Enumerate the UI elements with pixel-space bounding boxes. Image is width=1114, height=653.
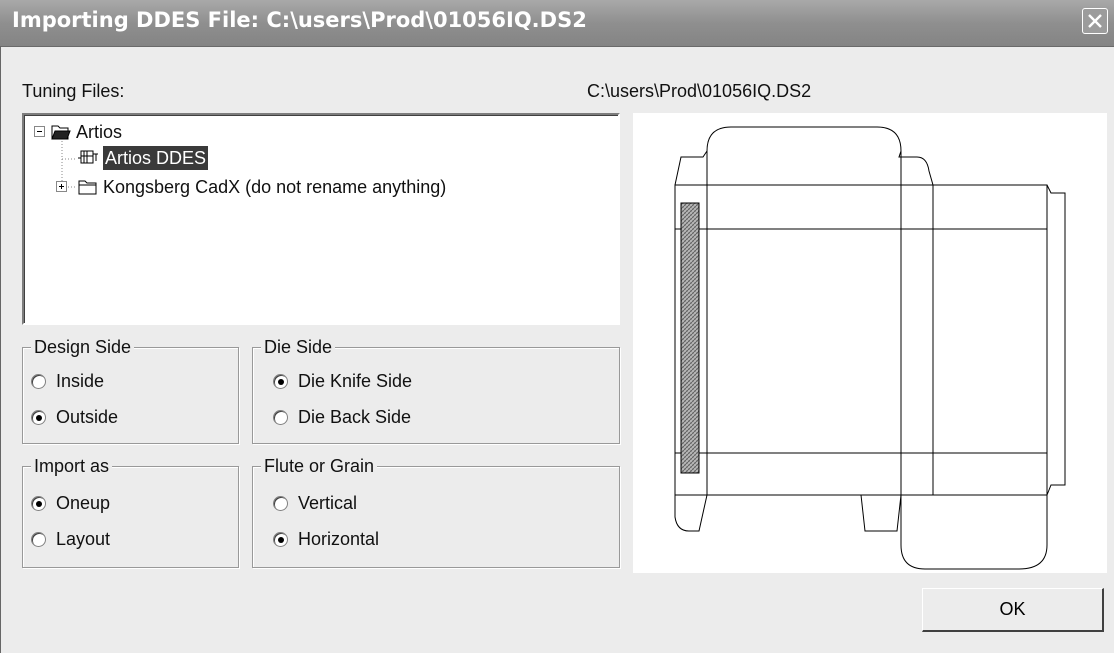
tuning-file-icon xyxy=(78,150,98,164)
radio-horizontal[interactable]: Horizontal xyxy=(273,527,379,551)
expand-icon[interactable] xyxy=(56,181,68,193)
radio-button[interactable] xyxy=(273,373,288,389)
glue-strip xyxy=(680,202,700,474)
import-as-group: Import as Oneup Layout xyxy=(22,455,239,568)
flute-grain-group: Flute or Grain Vertical Horizontal xyxy=(252,455,620,568)
design-side-legend: Design Side xyxy=(31,336,135,358)
radio-outside[interactable]: Outside xyxy=(31,405,118,429)
close-button[interactable] xyxy=(1082,8,1108,34)
tree-node-label: Artios DDES xyxy=(103,146,209,170)
radio-oneup[interactable]: Oneup xyxy=(31,491,110,515)
radio-button[interactable] xyxy=(273,409,288,425)
die-side-group: Die Side Die Knife Side Die Back Side xyxy=(252,336,620,444)
radio-inside[interactable]: Inside xyxy=(31,369,104,393)
design-side-group: Design Side Inside Outside xyxy=(22,336,239,444)
radio-die-knife-side[interactable]: Die Knife Side xyxy=(273,369,412,393)
radio-button[interactable] xyxy=(31,409,46,425)
radio-label: Die Back Side xyxy=(298,406,412,427)
box-dieline-drawing xyxy=(674,126,1066,570)
flute-grain-legend: Flute or Grain xyxy=(261,455,378,477)
radio-label: Layout xyxy=(56,528,111,549)
radio-label: Horizontal xyxy=(298,528,380,549)
collapse-icon[interactable] xyxy=(34,126,46,138)
preview-path-label: C:\users\Prod\01056IQ.DS2 xyxy=(587,81,812,101)
tuning-files-tree[interactable]: Artios Artios DDES Kongsberg CadX (do no… xyxy=(22,113,620,325)
ok-button[interactable]: OK xyxy=(922,588,1104,632)
radio-button[interactable] xyxy=(31,495,46,511)
folder-open-icon xyxy=(51,125,71,140)
radio-button[interactable] xyxy=(31,531,46,547)
folder-icon xyxy=(78,180,97,195)
window-border xyxy=(0,46,1,653)
radio-label: Vertical xyxy=(298,492,358,513)
radio-button[interactable] xyxy=(273,495,288,511)
close-icon xyxy=(1088,14,1102,28)
radio-vertical[interactable]: Vertical xyxy=(273,491,357,515)
tree-node-label: Artios xyxy=(76,122,123,142)
tuning-files-label: Tuning Files: xyxy=(22,81,125,101)
radio-button[interactable] xyxy=(31,373,46,389)
radio-button[interactable] xyxy=(273,531,288,547)
tree-node-label: Kongsberg CadX (do not rename anything) xyxy=(103,177,447,197)
radio-label: Outside xyxy=(56,406,119,427)
dieline-preview xyxy=(633,113,1107,573)
radio-label: Die Knife Side xyxy=(298,370,413,391)
radio-layout[interactable]: Layout xyxy=(31,527,110,551)
radio-label: Oneup xyxy=(56,492,111,513)
die-side-legend: Die Side xyxy=(261,336,336,358)
window-title: Importing DDES File: C:\users\Prod\01056… xyxy=(12,8,587,32)
radio-die-back-side[interactable]: Die Back Side xyxy=(273,405,411,429)
radio-label: Inside xyxy=(56,370,105,391)
title-bar: Importing DDES File: C:\users\Prod\01056… xyxy=(0,0,1114,47)
import-as-legend: Import as xyxy=(31,455,113,477)
